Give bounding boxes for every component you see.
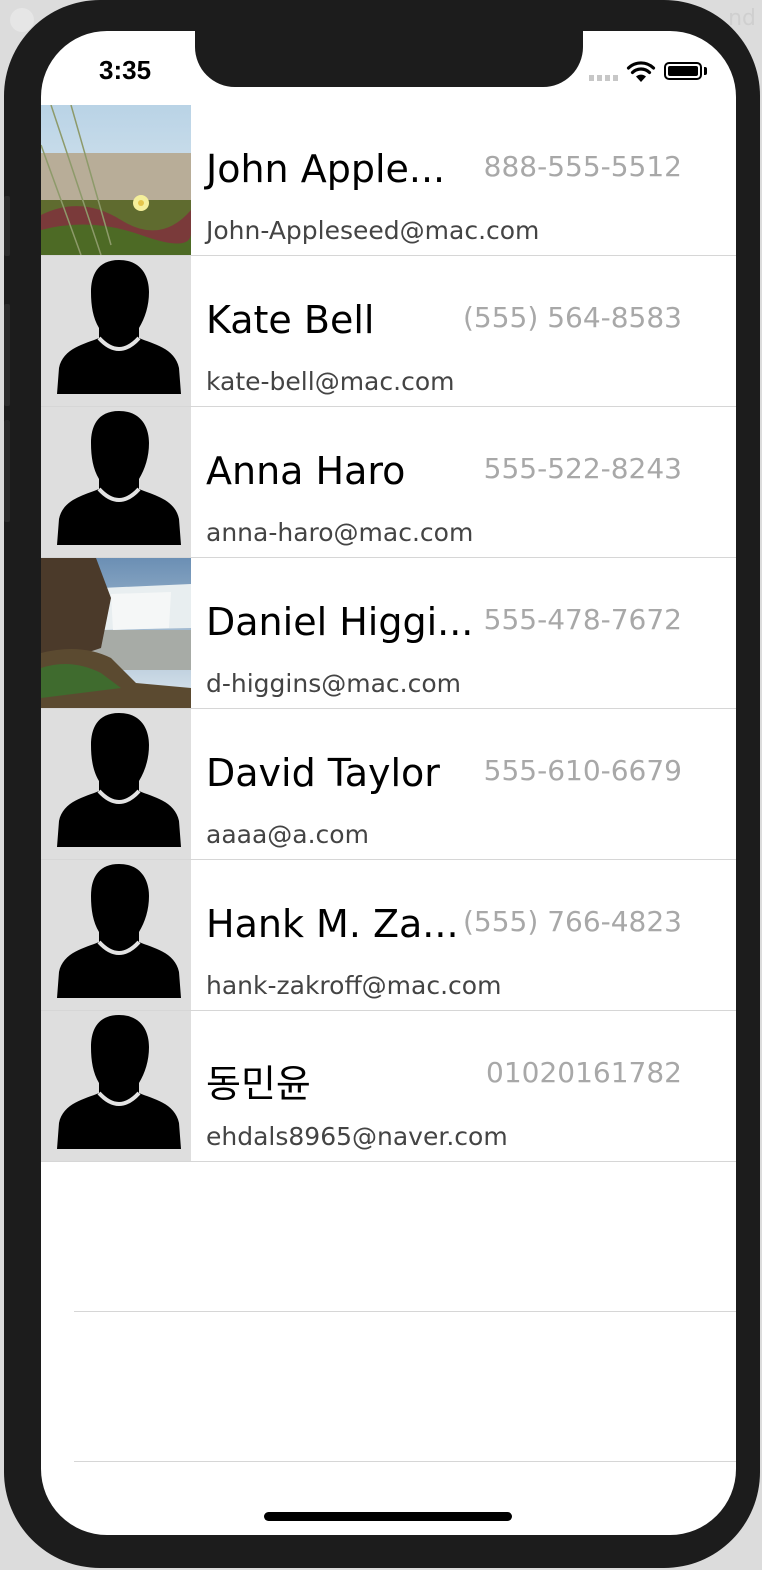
contact-phone: 555-478-7672 xyxy=(483,603,682,636)
device-frame: 3:35 John Apple... 888-555-5512 John-App… xyxy=(4,0,760,1568)
contact-name: Daniel Higgi... xyxy=(206,600,474,644)
side-button-mute xyxy=(4,196,10,256)
battery-icon xyxy=(664,62,702,80)
contact-phone: 555-522-8243 xyxy=(483,452,682,485)
person-placeholder-icon xyxy=(57,864,181,998)
contact-name: David Taylor xyxy=(206,751,440,795)
contact-photo xyxy=(41,1011,191,1161)
contact-name: Anna Haro xyxy=(206,449,406,493)
landscape-waterfall-photo xyxy=(41,558,191,708)
contact-photo xyxy=(41,105,191,255)
contact-phone: 888-555-5512 xyxy=(483,150,682,183)
contact-row[interactable]: Kate Bell (555) 564-8583 kate-bell@mac.c… xyxy=(41,256,736,407)
contact-email: anna-haro@mac.com xyxy=(206,518,474,547)
contact-email: John-Appleseed@mac.com xyxy=(206,216,540,245)
contact-email: kate-bell@mac.com xyxy=(206,367,455,396)
contact-phone: (555) 564-8583 xyxy=(463,301,682,334)
person-placeholder-icon xyxy=(57,713,181,847)
contact-photo xyxy=(41,256,191,406)
contact-name: John Apple... xyxy=(206,147,446,191)
status-time: 3:35 xyxy=(99,55,152,85)
contact-name: 동민윤 xyxy=(206,1062,311,1106)
contact-row[interactable]: Daniel Higgi... 555-478-7672 d-higgins@m… xyxy=(41,558,736,709)
landscape-flowers-photo xyxy=(41,105,191,255)
cellular-signal-icon xyxy=(589,75,621,81)
contact-phone: 01020161782 xyxy=(486,1056,682,1089)
person-placeholder-icon xyxy=(57,260,181,394)
person-placeholder-icon xyxy=(57,1015,181,1149)
empty-row xyxy=(41,1312,736,1462)
contact-name: Kate Bell xyxy=(206,298,375,342)
contact-email: ehdals8965@naver.com xyxy=(206,1122,508,1151)
wifi-icon xyxy=(626,61,656,82)
notch xyxy=(195,31,583,87)
contact-name: Hank M. Za... xyxy=(206,902,459,946)
contact-row[interactable]: John Apple... 888-555-5512 John-Applesee… xyxy=(41,105,736,256)
home-indicator[interactable] xyxy=(264,1512,512,1521)
side-button-volume-up xyxy=(4,304,10,406)
contact-email: aaaa@a.com xyxy=(206,820,369,849)
battery-tip xyxy=(704,67,707,75)
contact-photo xyxy=(41,558,191,708)
contact-phone: (555) 766-4823 xyxy=(463,905,682,938)
person-placeholder-icon xyxy=(57,411,181,545)
contact-row[interactable]: Anna Haro 555-522-8243 anna-haro@mac.com xyxy=(41,407,736,558)
contact-photo xyxy=(41,860,191,1010)
contact-photo xyxy=(41,709,191,859)
contact-phone: 555-610-6679 xyxy=(483,754,682,787)
side-button-volume-down xyxy=(4,420,10,522)
window-title-fragment: nd xyxy=(728,6,756,31)
contact-email: d-higgins@mac.com xyxy=(206,669,461,698)
contact-row[interactable]: Hank M. Za... (555) 766-4823 hank-zakrof… xyxy=(41,860,736,1011)
contact-email: hank-zakroff@mac.com xyxy=(206,971,502,1000)
device-screen: 3:35 John Apple... 888-555-5512 John-App… xyxy=(41,31,736,1535)
contact-photo xyxy=(41,407,191,557)
contact-row[interactable]: 동민윤 01020161782 ehdals8965@naver.com xyxy=(41,1011,736,1162)
contact-list[interactable]: John Apple... 888-555-5512 John-Applesee… xyxy=(41,105,736,1462)
contact-row[interactable]: David Taylor 555-610-6679 aaaa@a.com xyxy=(41,709,736,860)
empty-row xyxy=(41,1162,736,1312)
